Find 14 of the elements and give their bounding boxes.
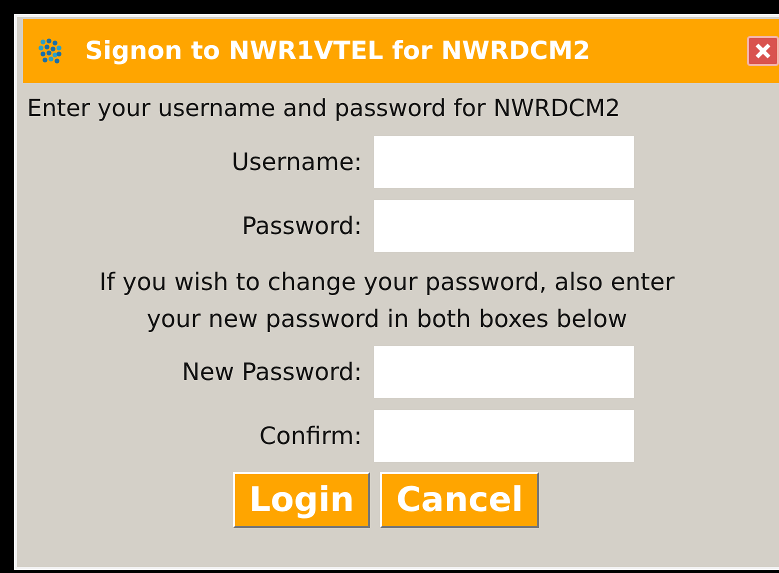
- field-label[interactable]: Confirm:: [17, 418, 362, 454]
- close-button[interactable]: [747, 36, 779, 66]
- field-label[interactable]: Password:: [17, 208, 362, 244]
- field-label[interactable]: Username:: [17, 144, 362, 180]
- input-field[interactable]: [374, 410, 634, 462]
- window-title: Signon to NWR1VTEL for NWRDCM2: [85, 35, 590, 68]
- close-icon: [754, 42, 772, 60]
- intro-text: Enter your username and password for NWRDCM2: [27, 93, 622, 124]
- input-field[interactable]: [374, 200, 634, 252]
- instruction-text: If you wish to change your password, also enter your new password in both boxes below: [98, 267, 676, 336]
- input-field[interactable]: [374, 136, 634, 188]
- field-label[interactable]: New Password:: [17, 354, 362, 390]
- input-field[interactable]: [374, 346, 634, 398]
- dots-grid-icon: [37, 38, 63, 64]
